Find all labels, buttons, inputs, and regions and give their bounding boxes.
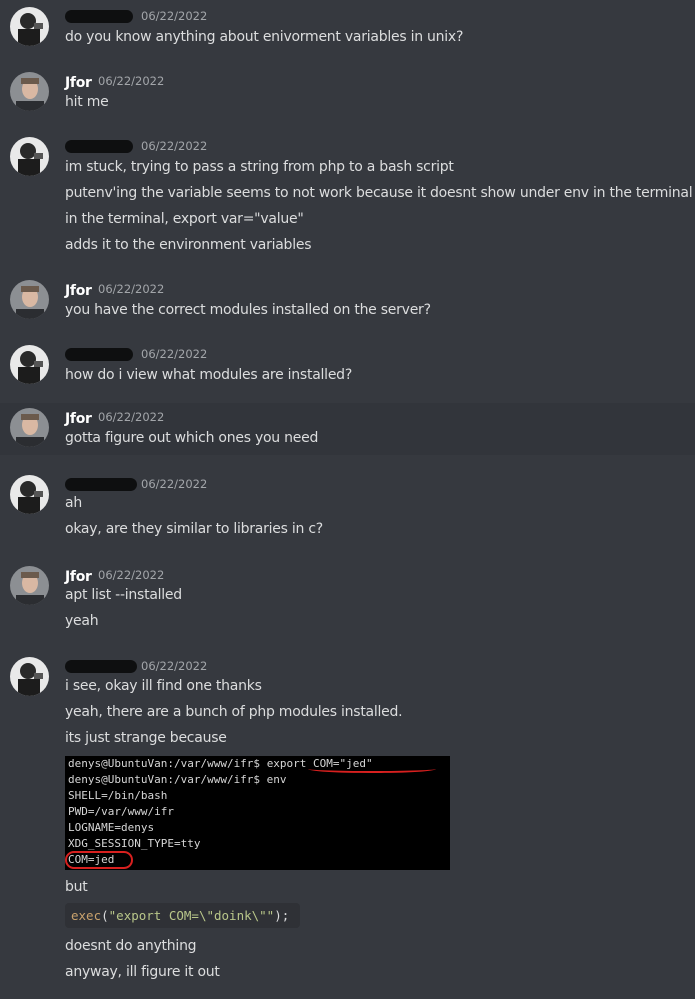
- message-text: yeah: [65, 613, 99, 629]
- message-text: do you know anything about enivorment va…: [65, 29, 464, 45]
- terminal-line: denys@UbuntuVan:/var/www/ifr$ env: [68, 773, 287, 786]
- message-group: 06/22/2022 how do i view what modules ar…: [0, 338, 695, 398]
- terminal-line: PWD=/var/www/ifr: [68, 805, 174, 818]
- message-text: its just strange because: [65, 730, 227, 746]
- message-text: hit me: [65, 94, 109, 110]
- timestamp: 06/22/2022: [141, 477, 208, 491]
- message-group: 06/22/2022 im stuck, trying to pass a st…: [0, 130, 695, 265]
- code-string: "export COM=\"doink\"": [108, 908, 275, 923]
- message-group: Jfor 06/22/2022 gotta figure out which o…: [0, 403, 695, 455]
- message-text: anyway, ill figure it out: [65, 964, 220, 980]
- avatar[interactable]: [10, 657, 49, 696]
- code-paren: );: [274, 908, 290, 923]
- message-header: 06/22/2022: [65, 7, 207, 25]
- message-text: ah: [65, 495, 82, 511]
- message-group: Jfor 06/22/2022 apt list --installed yea…: [0, 559, 695, 639]
- username[interactable]: Jfor: [65, 411, 92, 427]
- message-text: gotta figure out which ones you need: [65, 430, 319, 446]
- avatar[interactable]: [10, 566, 49, 605]
- username[interactable]: Jfor: [65, 75, 92, 91]
- message-header: Jfor 06/22/2022: [65, 566, 164, 585]
- timestamp: 06/22/2022: [141, 347, 208, 361]
- message-header: Jfor 06/22/2022: [65, 72, 164, 91]
- terminal-line: SHELL=/bin/bash: [68, 789, 168, 802]
- message-text: doesnt do anything: [65, 938, 197, 954]
- terminal-line: LOGNAME=denys: [68, 821, 155, 834]
- message-group: Jfor 06/22/2022 hit me: [0, 65, 695, 125]
- redacted-username: [65, 659, 137, 673]
- message-text: im stuck, trying to pass a string from p…: [65, 159, 454, 175]
- message-text: but: [65, 879, 88, 895]
- red-underline-annotation: [308, 765, 436, 773]
- message-text: yeah, there are a bunch of php modules i…: [65, 704, 403, 720]
- code-function: exec: [71, 908, 102, 923]
- timestamp: 06/22/2022: [141, 659, 208, 673]
- message-header: 06/22/2022: [65, 657, 207, 675]
- red-circle-annotation: [65, 851, 133, 869]
- code-paren: (: [101, 908, 109, 923]
- message-text: apt list --installed: [65, 587, 182, 603]
- message-header: 06/22/2022: [65, 345, 207, 363]
- terminal-line: XDG_SESSION_TYPE=tty: [68, 837, 201, 850]
- redacted-username: [65, 477, 137, 491]
- message-text: i see, okay ill find one thanks: [65, 678, 262, 694]
- username[interactable]: Jfor: [65, 569, 92, 585]
- message-group: 06/22/2022 do you know anything about en…: [0, 0, 695, 60]
- message-text: you have the correct modules installed o…: [65, 302, 431, 318]
- message-group: 06/22/2022 i see, okay ill find one than…: [0, 650, 695, 750]
- timestamp: 06/22/2022: [98, 410, 165, 424]
- message-group: Jfor 06/22/2022 you have the correct mod…: [0, 273, 695, 333]
- avatar[interactable]: [10, 475, 49, 514]
- message-header: 06/22/2022: [65, 137, 207, 155]
- username[interactable]: Jfor: [65, 283, 92, 299]
- avatar[interactable]: [10, 7, 49, 46]
- avatar[interactable]: [10, 408, 49, 447]
- timestamp: 06/22/2022: [141, 139, 208, 153]
- timestamp: 06/22/2022: [98, 568, 165, 582]
- avatar[interactable]: [10, 137, 49, 176]
- avatar[interactable]: [10, 345, 49, 384]
- message-text: in the terminal, export var="value": [65, 211, 304, 227]
- message-text: adds it to the environment variables: [65, 237, 312, 253]
- message-header: Jfor 06/22/2022: [65, 280, 164, 299]
- message-text: putenv'ing the variable seems to not wor…: [65, 185, 693, 201]
- message-text: how do i view what modules are installed…: [65, 367, 352, 383]
- avatar[interactable]: [10, 72, 49, 111]
- message-text: okay, are they similar to libraries in c…: [65, 521, 323, 537]
- redacted-username: [65, 139, 133, 153]
- message-header: 06/22/2022: [65, 475, 207, 493]
- timestamp: 06/22/2022: [98, 74, 165, 88]
- redacted-username: [65, 347, 133, 361]
- message-header: Jfor 06/22/2022: [65, 408, 164, 427]
- timestamp: 06/22/2022: [141, 9, 208, 23]
- redacted-username: [65, 9, 133, 23]
- terminal-screenshot[interactable]: denys@UbuntuVan:/var/www/ifr$ export COM…: [65, 756, 450, 870]
- inline-code-block: exec("export COM=\"doink\"");: [65, 903, 300, 928]
- timestamp: 06/22/2022: [98, 282, 165, 296]
- avatar[interactable]: [10, 280, 49, 319]
- message-group: 06/22/2022 ah okay, are they similar to …: [0, 468, 695, 548]
